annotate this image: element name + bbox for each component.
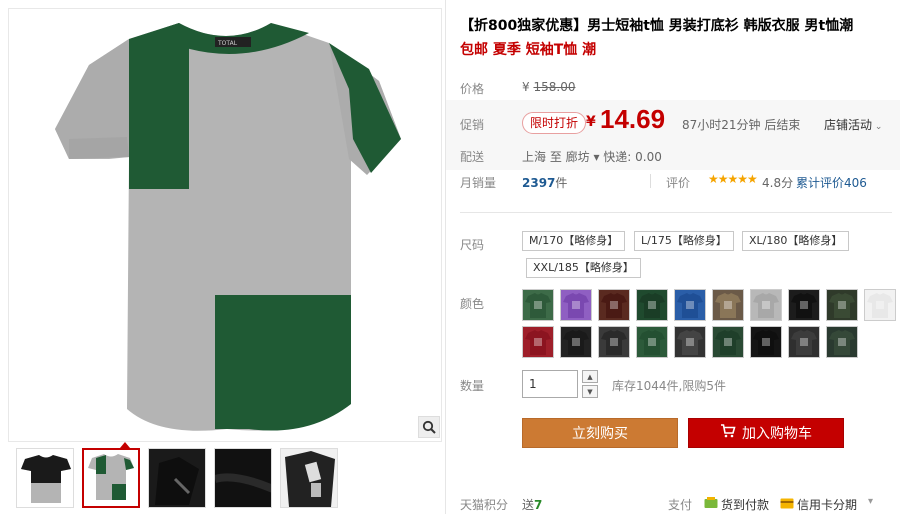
shipping-info[interactable]: 上海 至 廊坊 ▾ 快递: 0.00 — [522, 148, 662, 165]
color-swatch-10[interactable] — [864, 289, 896, 321]
shipping-label: 配送 — [460, 150, 485, 164]
product-subtitle: 包邮 夏季 短袖T恤 潮 — [460, 42, 597, 58]
price-label: 价格 — [460, 82, 485, 96]
installment-label: 信用卡分期 — [797, 498, 858, 512]
points-label: 天猫积分 — [460, 498, 509, 512]
color-swatch-7[interactable] — [750, 289, 782, 321]
color-label: 颜色 — [460, 297, 485, 311]
size-option-l[interactable]: L/175【略修身】 — [634, 231, 734, 251]
credit-installment[interactable]: 信用卡分期 — [780, 496, 857, 513]
thumbnail-1[interactable] — [16, 448, 74, 508]
credit-card-icon — [780, 498, 794, 512]
original-price-value: 158.00 — [533, 80, 576, 94]
promo-background — [446, 100, 900, 170]
payment-label: 支付 — [668, 498, 693, 512]
size-option-xl[interactable]: XL/180【略修身】 — [742, 231, 850, 251]
color-swatch-17[interactable] — [750, 326, 782, 358]
thumbnail-5[interactable] — [280, 448, 338, 508]
original-price: ¥ 158.00 — [522, 80, 575, 94]
color-swatch-19[interactable] — [826, 326, 858, 358]
countdown-timer: 87小时21分钟 后结束 — [682, 118, 801, 132]
size-option-xxl[interactable]: XXL/185【略修身】 — [526, 258, 641, 278]
buy-now-button[interactable]: 立刻购买 — [522, 418, 678, 448]
color-swatch-9[interactable] — [826, 289, 858, 321]
add-to-cart-label: 加入购物车 — [742, 426, 812, 442]
product-info-panel: 【折800独家优惠】男士短袖t恤 男装打底衫 韩版衣服 男t恤潮 包邮 夏季 短… — [446, 0, 900, 514]
monthly-sales-count: 2397件 — [522, 174, 567, 191]
main-product-image[interactable]: TOTAL — [8, 8, 442, 442]
monthly-sales-label: 月销量 — [460, 176, 497, 190]
quantity-label: 数量 — [460, 379, 485, 393]
color-swatch-5[interactable] — [674, 289, 706, 321]
shop-activity-label: 店铺活动 — [824, 118, 873, 132]
monthly-sales-number: 2397 — [522, 176, 556, 190]
limited-discount-badge: 限时打折 — [522, 112, 587, 134]
color-swatch-16[interactable] — [712, 326, 744, 358]
promo-price: 14.69 — [600, 104, 666, 134]
cod-label: 货到付款 — [721, 498, 770, 512]
star-rating-icon: ★★★★★ — [708, 172, 758, 186]
thumbnail-2[interactable] — [82, 448, 140, 508]
add-to-cart-button[interactable]: 加入购物车 — [688, 418, 844, 448]
thumbnail-3[interactable] — [148, 448, 206, 508]
divider — [650, 174, 651, 188]
quantity-decrease-button[interactable]: ▼ — [582, 385, 598, 398]
zoom-icon[interactable] — [418, 416, 440, 438]
color-swatch-14[interactable] — [636, 326, 668, 358]
color-swatch-11[interactable] — [522, 326, 554, 358]
tshirt-illustration: TOTAL — [55, 23, 401, 431]
color-swatch-18[interactable] — [788, 326, 820, 358]
points-prefix: 送 — [522, 498, 535, 512]
review-count-link[interactable]: 累计评价406 — [796, 174, 867, 191]
section-divider — [460, 212, 892, 213]
color-swatch-1[interactable] — [522, 289, 554, 321]
promo-label: 促销 — [460, 118, 485, 132]
color-swatch-8[interactable] — [788, 289, 820, 321]
color-swatch-13[interactable] — [598, 326, 630, 358]
thumbnail-strip — [16, 442, 436, 510]
color-swatch-6[interactable] — [712, 289, 744, 321]
monthly-sales-unit: 件 — [555, 176, 568, 190]
color-swatch-15[interactable] — [674, 326, 706, 358]
stock-info: 库存1044件,限购5件 — [612, 379, 726, 393]
color-swatch-4[interactable] — [636, 289, 668, 321]
points-number: 7 — [534, 498, 543, 512]
rating-label: 评价 — [666, 176, 691, 190]
buy-now-label: 立刻购买 — [572, 426, 628, 442]
rating-score: 4.8分 — [762, 176, 794, 190]
promo-currency: ¥ — [586, 114, 596, 130]
cart-icon — [720, 424, 736, 442]
color-swatch-12[interactable] — [560, 326, 592, 358]
points-value: 送7 — [522, 496, 542, 513]
quantity-increase-button[interactable]: ▲ — [582, 370, 598, 383]
shop-activity-dropdown[interactable]: 店铺活动 ⌄ — [824, 116, 882, 133]
color-swatch-2[interactable] — [560, 289, 592, 321]
size-label: 尺码 — [460, 238, 485, 252]
original-price-currency: ¥ — [522, 80, 530, 94]
cod-icon — [704, 497, 718, 512]
cash-on-delivery: 货到付款 — [704, 496, 769, 513]
chevron-down-icon: ⌄ — [872, 122, 883, 132]
product-gallery: TOTAL — [0, 0, 446, 514]
product-title: 【折800独家优惠】男士短袖t恤 男装打底衫 韩版衣服 男t恤潮 — [460, 18, 854, 34]
color-swatch-3[interactable] — [598, 289, 630, 321]
thumbnail-4[interactable] — [214, 448, 272, 508]
payment-more-icon[interactable]: ▾ — [868, 496, 873, 507]
svg-text:TOTAL: TOTAL — [217, 40, 238, 47]
quantity-input[interactable] — [522, 370, 578, 398]
size-option-m[interactable]: M/170【略修身】 — [522, 231, 626, 251]
